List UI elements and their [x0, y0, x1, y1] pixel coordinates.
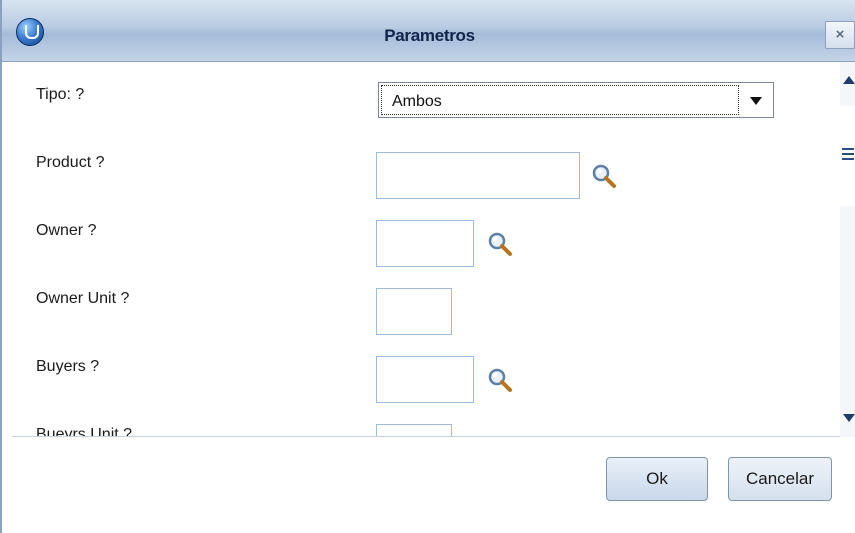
dialog-title: Parametros — [384, 26, 475, 45]
tipo-select-value: Ambos — [392, 93, 442, 110]
buyers-input[interactable] — [376, 356, 474, 403]
owner-label: Owner ? — [36, 222, 97, 239]
scroll-down-arrow-icon[interactable] — [843, 414, 855, 422]
buyers-unit-input[interactable] — [376, 424, 452, 436]
search-icon[interactable] — [486, 230, 514, 258]
title-bar[interactable]: Parametros × — [2, 0, 855, 62]
product-label: Product ? — [36, 154, 105, 171]
close-button[interactable]: × — [825, 21, 855, 49]
buyers-unit-label: Bueyrs Unit ? — [36, 426, 133, 437]
search-icon[interactable] — [590, 162, 618, 190]
tipo-label: Tipo: ? — [36, 86, 85, 103]
owner-unit-input[interactable] — [376, 288, 452, 335]
tipo-select[interactable]: Ambos — [378, 82, 774, 118]
vertical-scrollbar[interactable] — [840, 62, 855, 437]
ok-button[interactable]: Ok — [606, 457, 708, 501]
buyers-label: Buyers ? — [36, 358, 100, 375]
parametros-dialog: Parametros × Tipo: ? Ambos Product ? Own… — [0, 0, 855, 533]
scroll-grip-icon — [842, 148, 854, 160]
product-input[interactable] — [376, 152, 580, 199]
scroll-up-arrow-icon[interactable] — [843, 76, 855, 84]
owner-unit-label: Owner Unit ? — [36, 290, 130, 307]
parameters-panel: Tipo: ? Ambos Product ? Owner ? Owner Un… — [12, 62, 840, 437]
search-icon[interactable] — [486, 366, 514, 394]
cancel-button[interactable]: Cancelar — [728, 457, 832, 501]
tipo-select-box: Ambos — [381, 85, 739, 115]
chevron-down-icon[interactable] — [741, 85, 771, 115]
owner-input[interactable] — [376, 220, 474, 267]
